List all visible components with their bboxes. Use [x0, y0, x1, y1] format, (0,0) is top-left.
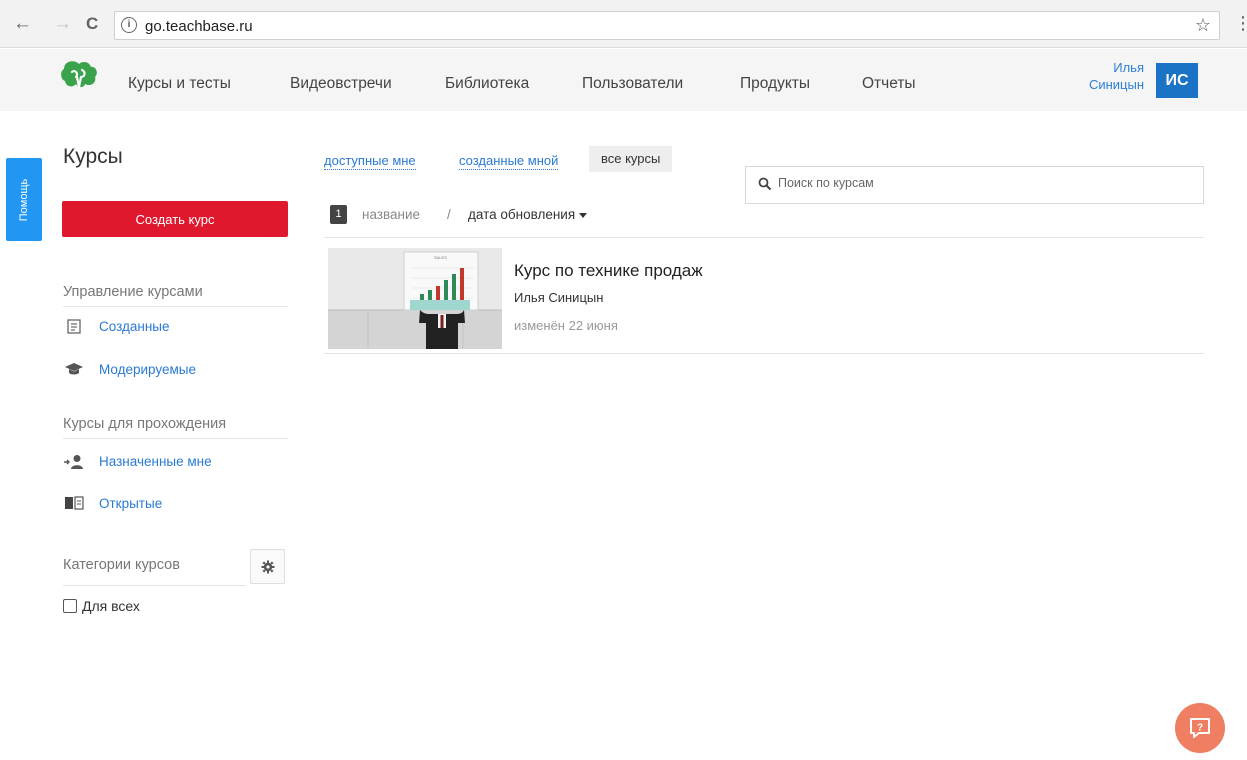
course-author: Илья Синицын	[514, 290, 604, 305]
categories-settings-button[interactable]	[250, 549, 285, 584]
course-count-badge: 1	[330, 205, 347, 224]
search-icon	[758, 177, 772, 191]
avatar[interactable]: ИС	[1156, 63, 1198, 98]
thumbnail-caption: SALES	[434, 255, 447, 260]
app-header: Курсы и тесты Видеовстречи Библиотека По…	[0, 49, 1247, 111]
user-name[interactable]: Илья Синицын	[1064, 59, 1144, 93]
list-doc-icon	[63, 317, 85, 335]
course-thumbnail[interactable]: SALES	[328, 248, 502, 349]
info-icon[interactable]: i	[121, 17, 137, 33]
divider	[324, 353, 1204, 354]
sidebar-item-label: Назначенные мне	[99, 453, 212, 469]
open-book-icon	[63, 494, 85, 512]
nav-products[interactable]: Продукты	[740, 75, 810, 93]
sort-by-date[interactable]: дата обновления	[468, 207, 588, 222]
help-tab[interactable]: Помощь	[6, 158, 42, 241]
nav-courses-tests[interactable]: Курсы и тесты	[128, 75, 231, 93]
reload-icon[interactable]: C	[86, 14, 98, 34]
category-all-checkbox[interactable]	[63, 599, 77, 613]
sidebar-item-label: Открытые	[99, 495, 163, 511]
page-title: Курсы	[63, 145, 123, 168]
user-last-name: Синицын	[1088, 77, 1144, 92]
sidebar-item-assigned[interactable]: Назначенные мне	[63, 450, 212, 472]
sidebar-item-label: Модерируемые	[99, 361, 196, 377]
nav-video-meetings[interactable]: Видеовстречи	[290, 75, 392, 93]
tab-created-by-me[interactable]: созданные мной	[459, 153, 559, 170]
sidebar-item-created[interactable]: Созданные	[63, 315, 170, 337]
course-title[interactable]: Курс по технике продаж	[514, 261, 703, 281]
address-url: go.teachbase.ru	[145, 18, 253, 35]
browser-menu-icon[interactable]: ⋮	[1234, 13, 1247, 34]
sidebar-item-open[interactable]: Открытые	[63, 492, 162, 514]
course-search[interactable]	[745, 166, 1204, 204]
category-all-label: Для всех	[82, 598, 140, 614]
back-arrow-icon[interactable]: ←	[13, 14, 32, 34]
caret-down-icon	[579, 212, 588, 218]
manage-courses-heading: Управление курсами	[63, 284, 288, 307]
nav-reports[interactable]: Отчеты	[862, 75, 916, 93]
teachbase-logo-icon[interactable]	[60, 60, 98, 90]
create-course-button[interactable]: Создать курс	[62, 201, 288, 237]
feedback-chat-icon: ?	[1190, 718, 1210, 738]
learning-courses-heading: Курсы для прохождения	[63, 416, 288, 439]
help-tab-label: Помощь	[18, 178, 30, 221]
category-all-checkbox-row[interactable]: Для всех	[63, 598, 140, 614]
nav-users[interactable]: Пользователи	[582, 75, 683, 93]
tab-all-courses[interactable]: все курсы	[589, 146, 673, 172]
sidebar-item-label: Созданные	[99, 318, 170, 334]
user-first-name: Илья	[1113, 60, 1144, 75]
svg-text:?: ?	[1197, 723, 1203, 734]
nav-library[interactable]: Библиотека	[445, 75, 529, 93]
gear-icon	[261, 560, 274, 573]
bookmark-star-icon[interactable]: ☆	[1195, 15, 1211, 36]
browser-toolbar: ← → C i go.teachbase.ru ☆ ⋮	[0, 0, 1247, 48]
course-card[interactable]: SALES Курс по технике продаж Илья Синицы…	[324, 238, 1204, 353]
address-bar[interactable]: i go.teachbase.ru ☆	[114, 11, 1220, 40]
sidebar-item-moderated[interactable]: Модерируемые	[63, 358, 196, 380]
forward-arrow-icon[interactable]: →	[53, 14, 72, 34]
sort-by-date-label: дата обновления	[468, 207, 576, 222]
assign-user-icon	[63, 452, 85, 470]
course-updated-date: изменён 22 июня	[514, 318, 618, 333]
sort-by-name[interactable]: название	[362, 207, 420, 222]
tab-available-to-me[interactable]: доступные мне	[324, 153, 416, 170]
feedback-button[interactable]: ?	[1175, 703, 1225, 753]
graduation-cap-icon	[63, 360, 85, 378]
course-categories-heading: Категории курсов	[63, 557, 246, 586]
sort-separator: /	[447, 207, 451, 222]
search-input[interactable]	[778, 176, 1178, 190]
